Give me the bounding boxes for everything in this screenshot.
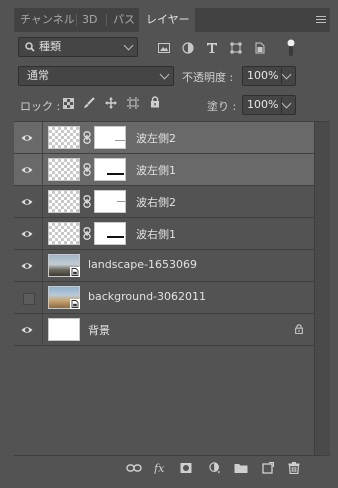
blend-mode-value: 通常 bbox=[27, 69, 49, 82]
filter-pixel-icon[interactable] bbox=[158, 42, 170, 54]
visibility-off-box[interactable] bbox=[23, 293, 35, 305]
eye-icon[interactable] bbox=[21, 324, 33, 336]
filter-kind-label: 種類 bbox=[39, 40, 61, 53]
layer-name[interactable]: 背景 bbox=[88, 322, 110, 338]
layer-thumbnail bbox=[48, 126, 80, 149]
smart-object-badge-icon bbox=[70, 267, 80, 277]
new-layer-icon[interactable] bbox=[262, 462, 274, 474]
panel-footer: fx bbox=[14, 455, 330, 482]
filter-type-icon[interactable] bbox=[206, 42, 218, 54]
fill-value: 100% bbox=[247, 98, 279, 111]
filter-smart-object-icon[interactable] bbox=[254, 42, 266, 54]
eye-icon[interactable] bbox=[21, 260, 33, 272]
layer-row[interactable]: background-3062011 bbox=[14, 282, 314, 314]
smart-object-badge-icon bbox=[70, 299, 80, 309]
search-icon bbox=[25, 42, 35, 52]
trash-icon[interactable] bbox=[288, 462, 300, 474]
lock-position-icon[interactable] bbox=[105, 97, 117, 109]
tab-3d[interactable]: 3D bbox=[82, 8, 97, 32]
lock-all-icon[interactable] bbox=[150, 96, 160, 108]
fill-field[interactable]: 100% bbox=[242, 95, 296, 115]
layer-row[interactable]: 波左側2 bbox=[14, 122, 314, 154]
link-layers-icon[interactable] bbox=[126, 462, 142, 474]
lock-image-pixels-icon[interactable] bbox=[83, 97, 95, 109]
eye-icon[interactable] bbox=[21, 164, 33, 176]
add-mask-icon[interactable] bbox=[180, 462, 192, 474]
layer-list: 波左側2 波左側1 波右側2 波右側1 landscape-1653069 ba… bbox=[14, 122, 314, 455]
fx-icon[interactable]: fx bbox=[154, 462, 168, 474]
blend-mode-dropdown[interactable]: 通常 bbox=[18, 66, 174, 86]
panel-tab-bar: チャンネル 3D パス レイヤー bbox=[14, 8, 330, 32]
lock-icon bbox=[295, 324, 303, 334]
chevron-down-icon bbox=[159, 69, 170, 80]
lock-label: ロック : bbox=[20, 100, 61, 113]
lock-transparent-pixels-icon[interactable] bbox=[63, 98, 74, 109]
link-icon[interactable] bbox=[83, 163, 91, 176]
layer-row[interactable]: 波左側1 bbox=[14, 154, 314, 186]
empty-layer-area bbox=[14, 346, 314, 455]
layer-row[interactable]: 背景 bbox=[14, 314, 314, 346]
layer-mask-thumbnail[interactable] bbox=[94, 222, 126, 245]
filter-toggle-icon[interactable] bbox=[286, 39, 296, 57]
layer-name[interactable]: 波右側1 bbox=[136, 226, 176, 242]
layer-mask-thumbnail[interactable] bbox=[94, 190, 126, 213]
opacity-label: 不透明度 : bbox=[182, 71, 234, 84]
layer-mask-thumbnail[interactable] bbox=[94, 126, 126, 149]
layer-thumbnail bbox=[48, 286, 80, 309]
eye-icon[interactable] bbox=[21, 228, 33, 240]
layer-thumbnail bbox=[48, 318, 80, 341]
opacity-value: 100% bbox=[247, 69, 279, 82]
layer-thumbnail bbox=[48, 190, 80, 213]
link-icon[interactable] bbox=[83, 227, 91, 240]
layer-row[interactable]: landscape-1653069 bbox=[14, 250, 314, 282]
chevron-down-icon bbox=[281, 69, 292, 80]
layer-name[interactable]: 波左側2 bbox=[136, 130, 176, 146]
filter-kind-dropdown[interactable]: 種類 bbox=[18, 37, 138, 57]
chevron-down-icon bbox=[123, 40, 134, 51]
eye-icon[interactable] bbox=[21, 132, 33, 144]
link-icon[interactable] bbox=[83, 195, 91, 208]
filter-adjustment-icon[interactable] bbox=[182, 42, 194, 54]
layer-thumbnail bbox=[48, 158, 80, 181]
eye-icon[interactable] bbox=[21, 196, 33, 208]
layer-thumbnail bbox=[48, 254, 80, 277]
layer-name[interactable]: 波左側1 bbox=[136, 162, 176, 178]
layer-row[interactable]: 波右側1 bbox=[14, 218, 314, 250]
folder-icon[interactable] bbox=[234, 462, 248, 474]
panel-menu-icon[interactable] bbox=[316, 16, 326, 24]
tab-channels[interactable]: チャンネル bbox=[20, 8, 75, 32]
layer-name[interactable]: background-3062011 bbox=[88, 290, 206, 303]
layer-name[interactable]: landscape-1653069 bbox=[88, 258, 197, 271]
layer-row[interactable]: 波右側2 bbox=[14, 186, 314, 218]
layers-panel: チャンネル 3D パス レイヤー 種類 通常 不透明度 : 100% ロック :… bbox=[14, 8, 330, 482]
filter-shape-icon[interactable] bbox=[230, 42, 242, 54]
tab-separator bbox=[106, 14, 107, 26]
lock-artboard-icon[interactable] bbox=[127, 97, 139, 109]
link-icon[interactable] bbox=[83, 131, 91, 144]
svg-text:fx: fx bbox=[154, 462, 165, 474]
layer-mask-thumbnail[interactable] bbox=[94, 158, 126, 181]
layer-thumbnail bbox=[48, 222, 80, 245]
tab-paths[interactable]: パス bbox=[113, 8, 135, 32]
adjustment-layer-icon[interactable] bbox=[208, 462, 222, 474]
opacity-field[interactable]: 100% bbox=[242, 66, 296, 86]
layer-name[interactable]: 波右側2 bbox=[136, 194, 176, 210]
tab-layers[interactable]: レイヤー bbox=[139, 8, 195, 32]
chevron-down-icon bbox=[281, 98, 292, 109]
scrollbar[interactable] bbox=[314, 122, 330, 455]
fill-label: 塗り : bbox=[207, 100, 237, 113]
tab-separator bbox=[76, 14, 77, 26]
